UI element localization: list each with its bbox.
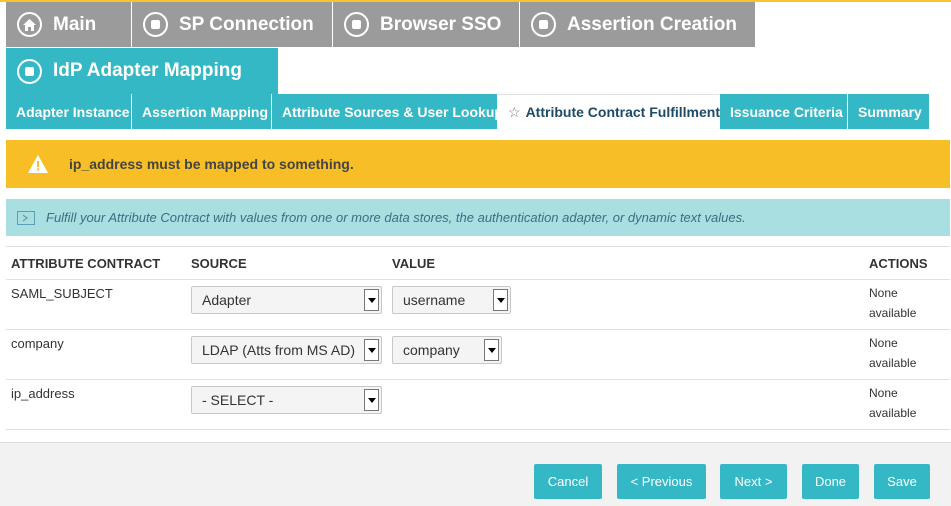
info-icon	[6, 210, 46, 225]
home-icon	[17, 12, 42, 37]
chevron-down-icon	[484, 339, 499, 361]
breadcrumb-main-label: Main	[53, 13, 97, 35]
breadcrumb-assertion-creation[interactable]: Assertion Creation	[520, 2, 756, 47]
tab-label: Issuance Criteria	[730, 103, 843, 120]
table-row: company LDAP (Atts from MS AD) company N…	[6, 329, 950, 380]
header-source: SOURCE	[186, 246, 387, 280]
tab-assertion-mapping[interactable]: Assertion Mapping	[132, 94, 272, 129]
stop-circle-icon	[531, 12, 556, 37]
info-text: Fulfill your Attribute Contract with val…	[46, 210, 746, 225]
table-row: SAML_SUBJECT Adapter username None avail…	[6, 279, 950, 330]
tab-attribute-contract-fulfillment[interactable]: ☆ Attribute Contract Fulfillment	[498, 94, 720, 129]
stop-circle-icon	[17, 58, 42, 84]
source-select[interactable]: Adapter	[191, 286, 382, 314]
breadcrumb-sp-connection[interactable]: SP Connection	[132, 2, 333, 47]
value-select[interactable]: username	[392, 286, 511, 314]
page-title-text: IdP Adapter Mapping	[53, 60, 242, 81]
tab-issuance-criteria[interactable]: Issuance Criteria	[720, 94, 848, 129]
tab-label: Summary	[858, 103, 922, 120]
tab-label: Assertion Mapping	[142, 103, 269, 120]
header-actions: ACTIONS	[864, 246, 950, 280]
source-select-value: - SELECT -	[202, 392, 274, 408]
contract-name: company	[6, 329, 186, 380]
info-banner: Fulfill your Attribute Contract with val…	[6, 199, 950, 236]
next-button[interactable]: Next >	[720, 464, 787, 499]
header-attribute-contract: ATTRIBUTE CONTRACT	[6, 246, 186, 280]
contract-name: SAML_SUBJECT	[6, 279, 186, 330]
actions-cell: None available	[864, 379, 950, 430]
breadcrumb-sp-connection-label: SP Connection	[179, 13, 314, 35]
tab-label: Adapter Instance	[16, 103, 130, 120]
page-title: IdP Adapter Mapping	[6, 48, 278, 94]
breadcrumb-browser-sso-label: Browser SSO	[380, 13, 502, 35]
chevron-down-icon	[364, 339, 379, 361]
tab-bar: Adapter Instance Assertion Mapping Attri…	[6, 94, 930, 129]
breadcrumb-browser-sso[interactable]: Browser SSO	[333, 2, 520, 47]
warning-text: ip_address must be mapped to something.	[69, 156, 354, 172]
table-header-row: ATTRIBUTE CONTRACT SOURCE VALUE ACTIONS	[6, 246, 950, 280]
chevron-down-icon	[493, 289, 508, 311]
tab-label: Attribute Sources & User Lookup	[282, 103, 503, 120]
header-value: VALUE	[387, 246, 864, 280]
actions-cell: None available	[864, 279, 950, 330]
actions-available: available	[869, 356, 917, 370]
value-select[interactable]: company	[392, 336, 502, 364]
chevron-down-icon	[364, 289, 379, 311]
source-select-value: Adapter	[202, 292, 252, 308]
actions-cell: None available	[864, 329, 950, 380]
tab-adapter-instance[interactable]: Adapter Instance	[6, 94, 132, 129]
stop-circle-icon	[344, 12, 369, 37]
source-select[interactable]: LDAP (Atts from MS AD)	[191, 336, 382, 364]
cancel-button[interactable]: Cancel	[534, 464, 602, 499]
tab-attribute-sources[interactable]: Attribute Sources & User Lookup	[272, 94, 503, 129]
footer-bar: Cancel < Previous Next > Done Save	[0, 442, 951, 506]
actions-available: available	[869, 406, 917, 420]
contract-name: ip_address	[6, 379, 186, 430]
actions-available: available	[869, 306, 917, 320]
source-select-value: LDAP (Atts from MS AD)	[202, 342, 355, 358]
actions-none: None	[869, 336, 898, 350]
previous-button[interactable]: < Previous	[617, 464, 706, 499]
warning-banner: ip_address must be mapped to something.	[6, 140, 950, 188]
table-row: ip_address - SELECT - None available	[6, 379, 950, 430]
actions-none: None	[869, 286, 898, 300]
chevron-down-icon	[364, 389, 379, 411]
value-select-value: username	[403, 292, 466, 308]
attribute-mapping-table: ATTRIBUTE CONTRACT SOURCE VALUE ACTIONS …	[6, 246, 950, 430]
tab-summary[interactable]: Summary	[848, 94, 930, 129]
breadcrumb-assertion-creation-label: Assertion Creation	[567, 13, 737, 35]
star-icon: ☆	[508, 103, 521, 120]
source-select[interactable]: - SELECT -	[191, 386, 382, 414]
done-button[interactable]: Done	[802, 464, 859, 499]
stop-circle-icon	[143, 12, 168, 37]
warning-icon	[6, 155, 69, 173]
value-select-value: company	[403, 342, 460, 358]
save-button[interactable]: Save	[874, 464, 930, 499]
tab-label: Attribute Contract Fulfillment	[525, 104, 720, 120]
breadcrumb-main[interactable]: Main	[6, 2, 132, 47]
value-cell-empty	[387, 379, 864, 430]
actions-none: None	[869, 386, 898, 400]
